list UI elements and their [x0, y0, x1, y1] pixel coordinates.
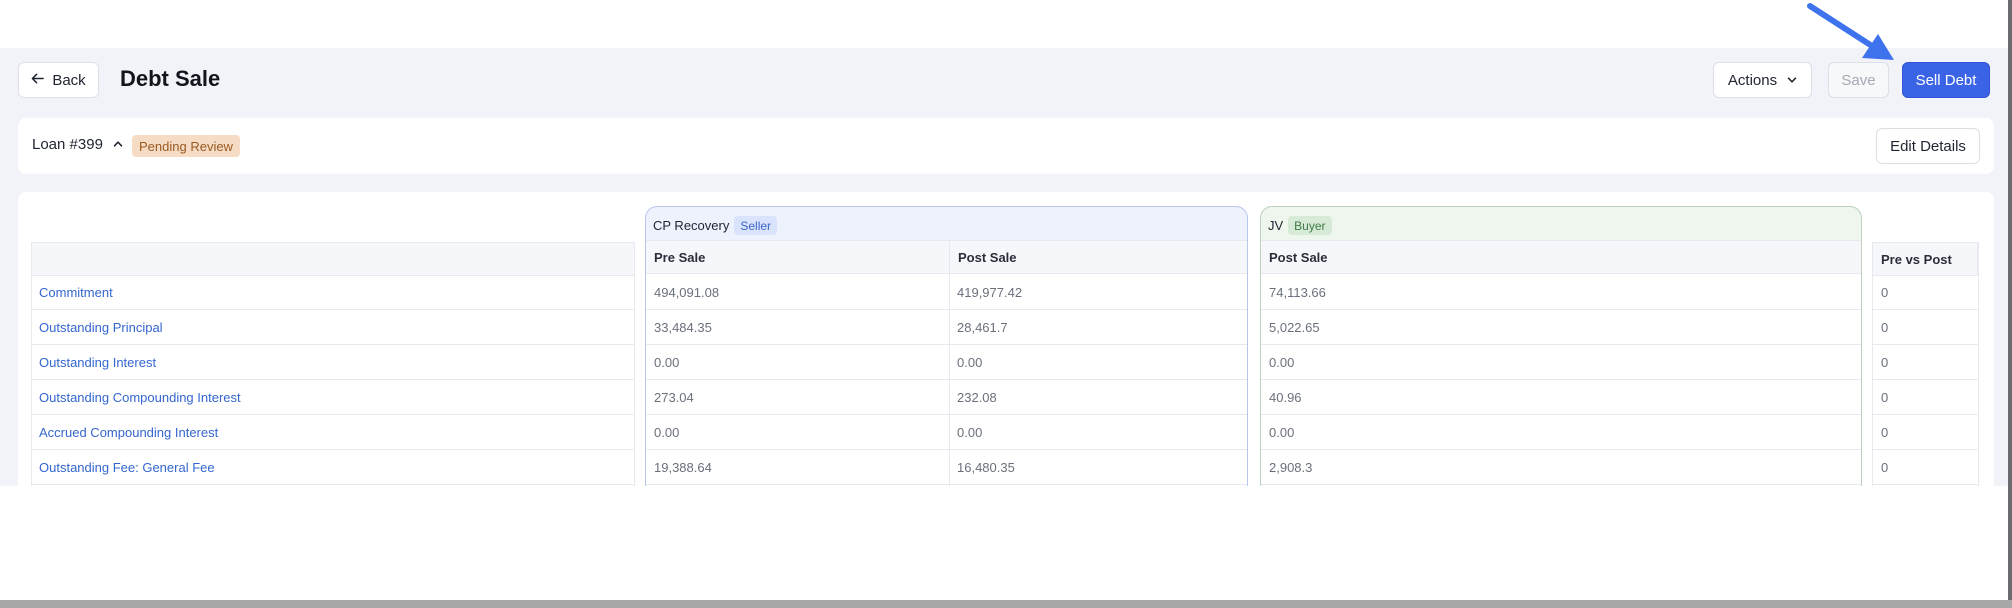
table-row: 0.00 [949, 415, 1247, 450]
seller-post-sale-value: 0.00 [957, 354, 983, 370]
actions-label: Actions [1727, 71, 1778, 89]
debt-sale-table: CP Recovery Seller JV Buyer Pre Sale Pos… [18, 192, 1994, 486]
table-row: 0.00 [1261, 415, 1861, 450]
pre-vs-post-value: 0 [1881, 459, 1889, 475]
seller-tag: Seller [734, 216, 778, 235]
column-header-buyer-post-sale: Post Sale [1269, 249, 1328, 265]
table-row: Outstanding Compounding Interest [31, 380, 635, 415]
app-content: Back Debt Sale Actions Save Sell Debt Lo… [0, 48, 2012, 486]
page-title: Debt Sale [120, 66, 221, 91]
table-row: 0.00 [646, 345, 949, 380]
seller-column-headers: Pre Sale Post Sale [646, 240, 1247, 274]
table-row: 0 [1873, 415, 1978, 450]
table-row: Outstanding Principal [31, 310, 635, 345]
table-row: 74,113.66 [1261, 275, 1861, 310]
table-row: 19,388.64 [646, 450, 949, 485]
chevron-up-icon [113, 136, 123, 153]
buyer-post-sale-value: 0.00 [1269, 354, 1295, 370]
table-row: 5,022.65 [1261, 310, 1861, 345]
seller-post-sale-value: 16,480.35 [957, 459, 1015, 475]
buyer-tag: Buyer [1288, 216, 1332, 235]
buyer-post-sale-value: 74,113.66 [1269, 284, 1326, 300]
seller-post-sale-value: 0.00 [957, 424, 983, 440]
pre-vs-post-value: 0 [1881, 389, 1889, 405]
table-row: Commitment [31, 275, 635, 310]
buyer-post-sale-value: 0.00 [1269, 424, 1295, 440]
row-label[interactable]: Accrued Compounding Interest [31, 425, 218, 440]
table-row: 33,484.35 [646, 310, 949, 345]
pre-vs-post-value: 0 [1881, 319, 1889, 335]
table-row: 232.08 [949, 380, 1247, 415]
table-row: 0 [1873, 345, 1978, 380]
status-badge: Pending Review [132, 135, 240, 157]
row-label[interactable]: Commitment [31, 285, 113, 300]
table-row: 0.00 [1261, 345, 1861, 380]
table-row: 28,461.7 [949, 310, 1247, 345]
arrow-left-icon [31, 72, 45, 89]
row-label[interactable]: Outstanding Principal [31, 320, 163, 335]
column-header-post-sale: Post Sale [949, 241, 1247, 273]
table-row: 0 [1873, 450, 1978, 485]
window-bottom-edge [0, 600, 2012, 608]
table-row: 40.96 [1261, 380, 1861, 415]
back-button-label: Back [52, 71, 86, 89]
table-row: 16,480.35 [949, 450, 1247, 485]
table-row: 0 [1873, 380, 1978, 415]
loan-number: Loan #399 [32, 136, 103, 153]
table-row: 2,908.3 [1261, 450, 1861, 485]
save-button[interactable]: Save [1828, 62, 1889, 98]
pre-vs-post-value: 0 [1881, 284, 1889, 300]
seller-pre-sale-value: 494,091.08 [654, 284, 720, 300]
table-row: 0 [1873, 275, 1978, 310]
row-label[interactable]: Outstanding Interest [31, 355, 156, 370]
buyer-post-sale-value: 5,022.65 [1269, 319, 1320, 335]
table-row: Accrued Compounding Interest [31, 415, 635, 450]
table-row: 0 [1873, 310, 1978, 345]
seller-post-sale-value: 419,977.42 [957, 284, 1023, 300]
loan-summary-bar: Loan #399 Pending Review Edit Details [18, 118, 1994, 174]
edit-details-button[interactable]: Edit Details [1876, 128, 1980, 164]
window-right-edge [2008, 0, 2012, 600]
buyer-column-headers: Post Sale [1261, 240, 1861, 274]
buyer-post-sale-value: 40.96 [1269, 389, 1302, 405]
table-row: 0.00 [646, 415, 949, 450]
page-header: Back Debt Sale Actions Save Sell Debt [18, 62, 1990, 98]
table-row: Outstanding Interest [31, 345, 635, 380]
buyer-post-sale-value: 2,908.3 [1269, 459, 1313, 475]
table-row: 0.00 [949, 345, 1247, 380]
row-label[interactable]: Outstanding Fee: General Fee [31, 460, 215, 475]
pre-vs-post-value: 0 [1881, 354, 1889, 370]
blank-area [0, 486, 2012, 600]
table-row: 494,091.08 [646, 275, 949, 310]
table-row: 273.04 [646, 380, 949, 415]
pointer-arrow-icon [1807, 3, 1894, 60]
actions-dropdown-button[interactable]: Actions [1713, 62, 1812, 98]
sell-debt-button[interactable]: Sell Debt [1902, 62, 1990, 98]
label-column-header [31, 242, 635, 276]
seller-pre-sale-value: 273.04 [654, 389, 694, 405]
seller-post-sale-value: 28,461.7 [957, 319, 1008, 335]
column-header-pre-sale: Pre Sale [654, 249, 706, 265]
loan-toggle[interactable]: Loan #399 [32, 136, 123, 153]
seller-pre-sale-value: 19,388.64 [654, 459, 712, 475]
seller-pre-sale-value: 0.00 [654, 354, 680, 370]
seller-pre-sale-value: 33,484.35 [654, 319, 712, 335]
seller-pre-sale-value: 0.00 [654, 424, 680, 440]
row-label[interactable]: Outstanding Compounding Interest [31, 390, 241, 405]
seller-post-sale-value: 232.08 [957, 389, 997, 405]
table-row: Outstanding Fee: General Fee [31, 450, 635, 485]
buyer-name: JV [1268, 218, 1284, 233]
pre-vs-post-value: 0 [1881, 424, 1889, 440]
seller-name: CP Recovery [653, 218, 730, 233]
chevron-down-icon [1787, 72, 1797, 89]
diff-column-header: Pre vs Post [1872, 242, 1978, 276]
table-row: 419,977.42 [949, 275, 1247, 310]
back-button[interactable]: Back [18, 62, 99, 98]
column-header-pre-vs-post: Pre vs Post [1881, 251, 1952, 267]
